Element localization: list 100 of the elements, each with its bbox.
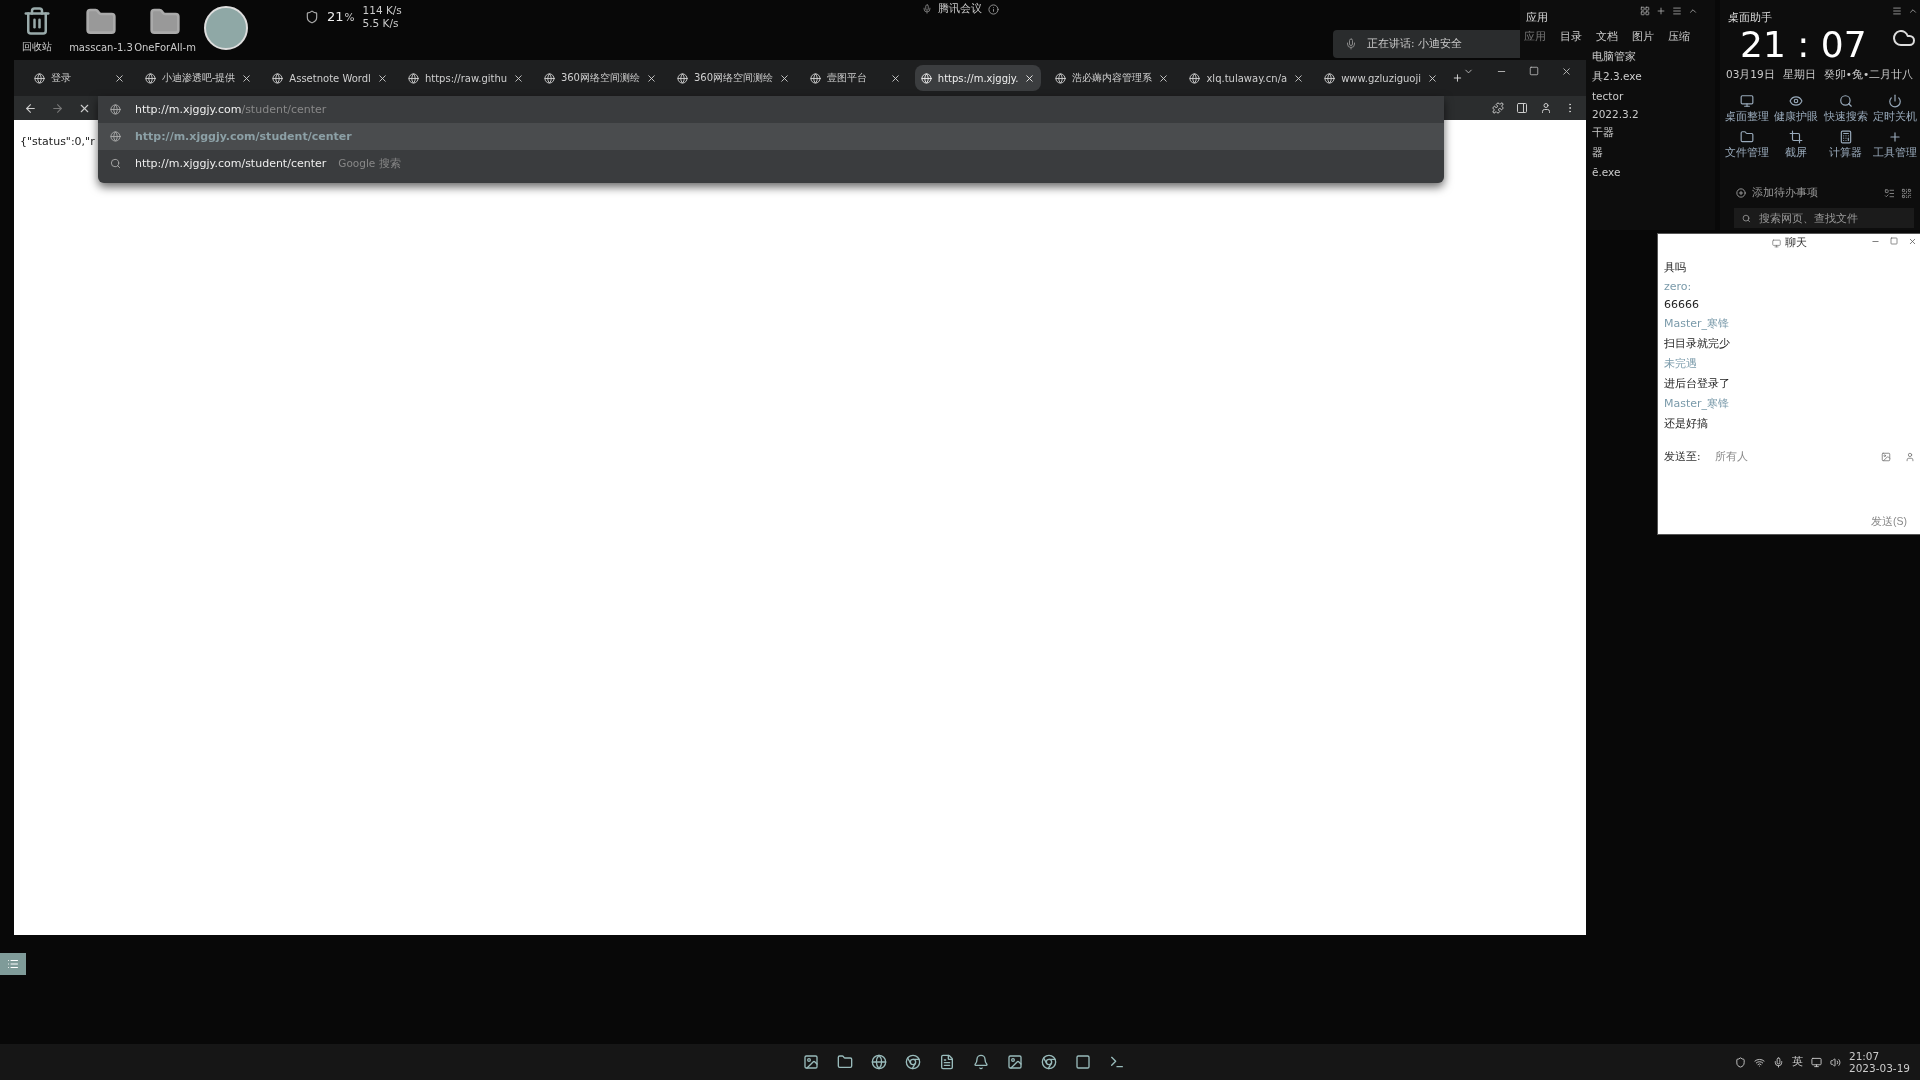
microphone-icon[interactable] [1772,1056,1784,1068]
back-icon[interactable] [24,101,37,115]
download-speed: 5.5 K/s [362,17,400,29]
close-icon[interactable] [646,72,657,84]
grid-icon[interactable] [1640,6,1650,16]
close-icon[interactable] [1561,66,1572,77]
maximize-icon[interactable] [1529,66,1539,76]
meeting-title: 腾讯会议 [938,2,982,16]
browser-tab[interactable]: www.gzluziguoji [1318,65,1445,91]
app-entry[interactable]: tector [1592,90,1642,102]
close-icon[interactable] [113,72,125,84]
app-entry[interactable]: 干器 [1592,126,1642,140]
globe-icon [110,131,121,142]
browser-tab[interactable]: 登录 [28,65,131,91]
globe-icon [1189,72,1201,84]
close-icon[interactable] [889,72,901,84]
tool-button[interactable]: 工具管理 [1870,130,1920,160]
browser-tab[interactable]: https://m.xjggjy. [914,65,1042,91]
sender-name: 未完遇 [1664,356,1698,371]
close-icon[interactable] [779,72,791,84]
panel-tab[interactable]: 目录 [1560,30,1582,44]
close-icon[interactable] [376,72,388,84]
app-entry[interactable]: 具2.3.exe [1592,70,1642,84]
tool-button[interactable]: 健康护眼 [1771,94,1821,124]
monitor-icon[interactable] [1810,1056,1822,1068]
close-icon[interactable] [512,72,524,84]
search-field[interactable]: 搜索网页、查找文件 [1734,208,1914,228]
suggestion-row[interactable]: http://m.xjggjy.com/student/center Google 搜索 [98,150,1444,177]
tool-button[interactable]: 快速搜索 [1821,94,1871,124]
chat-message: 进后台登录了 [1664,376,1731,391]
lunar-date: 癸卯•兔•二月廿八 [1823,68,1914,82]
menu-icon[interactable] [1892,6,1902,16]
todo-link[interactable]: 添加待办事项 [1752,186,1818,200]
browser-tab[interactable]: xlq.tulaway.cn/a [1183,65,1311,91]
browser-tab[interactable]: 浩必薅内容管理系 [1049,65,1176,91]
volume-icon[interactable] [1829,1056,1841,1068]
collapse-icon[interactable] [1688,6,1698,16]
browser-tab[interactable]: https://raw.githu [401,65,530,91]
tool-button[interactable]: 桌面整理 [1722,94,1772,124]
qr-code-icon[interactable] [1901,187,1912,199]
forward-icon[interactable] [51,101,64,115]
panel-tab[interactable]: 文档 [1596,30,1618,44]
eye-icon [1789,94,1804,108]
browser-tab[interactable]: 小迪渗透吧-提供 [138,65,259,91]
chat-message: 还是好搞 [1664,416,1709,431]
puzzle-icon[interactable] [1492,102,1504,114]
close-icon[interactable] [1908,237,1917,246]
date: 03月19日 [1726,68,1775,82]
globe-icon [144,72,156,84]
clock-time: 21 : 07 [1740,24,1867,65]
tool-button[interactable]: 定时关机 [1870,94,1920,124]
globe-icon [110,104,121,115]
globe-icon [34,72,45,84]
recycle-bin-icon[interactable] [22,6,52,36]
browser-tab[interactable]: 360网络空间测绘 [671,65,797,91]
browser-tab[interactable]: 360网络空间测绘 [537,65,663,91]
user-icon[interactable] [1905,452,1915,462]
browser-tab[interactable]: Assetnote Wordl [266,65,394,91]
add-icon[interactable] [1736,188,1746,198]
panel-tab[interactable]: 压缩 [1668,30,1690,44]
panel-tab[interactable]: 应用 [1524,30,1546,44]
sender-name: zero: [1664,280,1693,293]
input-method[interactable]: 英 [1791,1055,1803,1069]
menu-icon[interactable] [1672,6,1682,16]
app-entry[interactable]: 器 [1592,146,1642,160]
close-icon[interactable] [1158,72,1170,84]
tool-button[interactable]: 文件管理 [1722,130,1772,160]
tool-button[interactable]: 计算器 [1821,130,1871,160]
recipient-select[interactable]: 所有人 [1714,450,1748,464]
panel-title: 桌面助手 [1728,11,1772,24]
list-icon[interactable] [1884,187,1895,199]
tool-button[interactable]: 截屏 [1771,130,1821,160]
search-input[interactable]: 搜索网页、查找文件 [1756,211,1906,225]
info-icon [988,3,999,15]
globe-icon [920,72,932,84]
new-tab-icon[interactable] [1452,71,1463,85]
plus-icon[interactable] [1656,6,1666,16]
shield-icon[interactable] [1734,1056,1746,1068]
panel-tab[interactable]: 图片 [1632,30,1654,44]
globe-icon [677,72,688,84]
power-icon [1888,94,1903,108]
profile-icon[interactable] [1540,102,1552,114]
app-entry[interactable]: 2022.3.2 [1592,108,1642,120]
browser-tab[interactable]: 壹图平台 [804,65,907,91]
app-entry[interactable]: ē.exe [1592,166,1642,178]
address-field[interactable]: http://m.xjggjy.com/student/center [135,103,327,116]
close-icon[interactable] [1024,72,1036,84]
list-icon[interactable] [0,953,26,975]
search-icon [1742,213,1751,223]
collapse-icon[interactable] [1908,6,1918,16]
monitor-icon [1739,94,1754,108]
close-icon[interactable] [1427,72,1439,84]
taskbar-time: 21:07 [1848,1050,1881,1062]
side-panel-icon[interactable] [1516,102,1528,114]
close-icon[interactable] [241,72,253,84]
app-entry[interactable]: 电脑管家 [1592,50,1642,64]
send-button[interactable]: 发送(S) [1865,514,1913,530]
wifi-icon[interactable] [1753,1056,1765,1068]
close-icon[interactable] [1293,72,1305,84]
globe-icon [543,72,555,84]
